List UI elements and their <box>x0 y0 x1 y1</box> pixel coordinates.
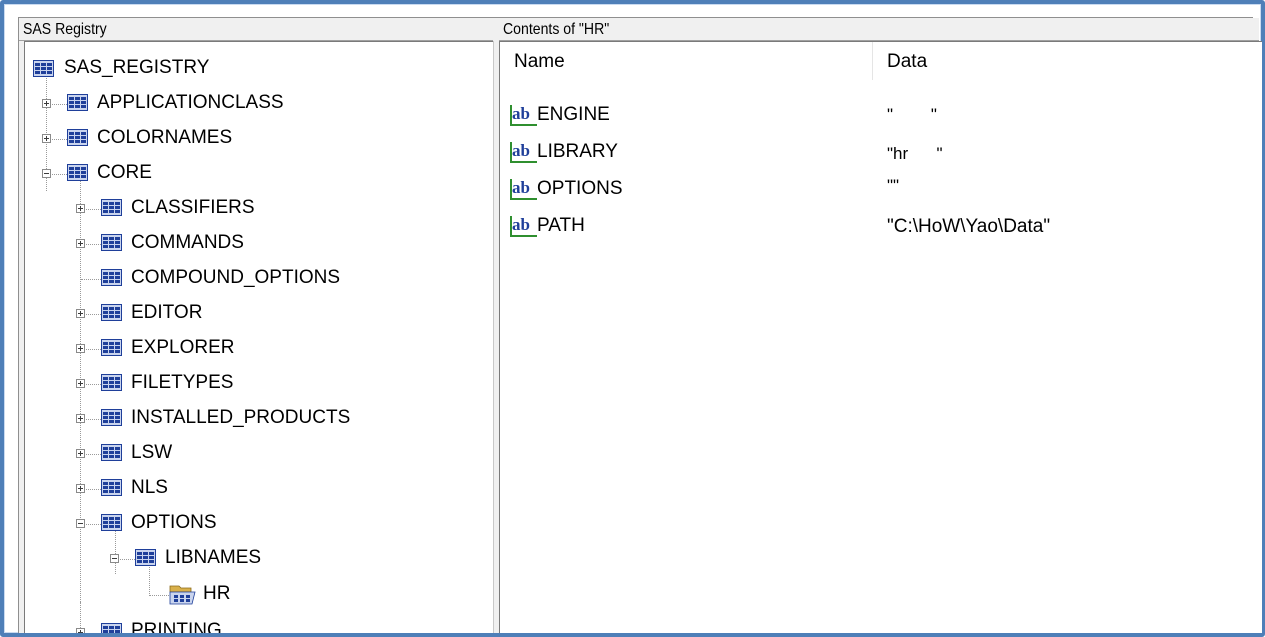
tree-item-filetypes[interactable]: FILETYPES <box>131 372 233 394</box>
expand-icon[interactable] <box>76 239 85 248</box>
registry-key-icon <box>101 374 122 391</box>
registry-tree[interactable]: SAS_REGISTRY APPLICATIONCLASS COLORNAMES <box>24 41 493 633</box>
tree-item-libnames[interactable]: LIBNAMES <box>165 547 261 569</box>
string-value-icon: ab <box>510 141 537 163</box>
collapse-icon[interactable] <box>42 169 51 178</box>
contents-pane-title: Contents of "HR" <box>503 21 610 38</box>
tree-item-lsw[interactable]: LSW <box>131 442 172 464</box>
contents-pane-header: Contents of "HR" <box>499 18 1259 41</box>
tree-pane-header: SAS Registry <box>19 18 493 41</box>
tree-line <box>149 595 169 597</box>
expand-icon[interactable] <box>76 344 85 353</box>
expand-icon[interactable] <box>76 449 85 458</box>
registry-key-icon <box>101 269 122 286</box>
registry-key-icon <box>101 304 122 321</box>
string-value-icon: ab <box>510 178 537 200</box>
tree-item-installed-products[interactable]: INSTALLED_PRODUCTS <box>131 407 350 429</box>
value-name-options[interactable]: OPTIONS <box>537 178 623 200</box>
tree-item-core[interactable]: CORE <box>97 162 152 184</box>
column-header-name[interactable]: Name <box>514 47 565 79</box>
registry-key-icon <box>67 94 88 111</box>
tree-item-sas-registry[interactable]: SAS_REGISTRY <box>64 57 209 79</box>
collapse-icon[interactable] <box>110 554 119 563</box>
registry-key-icon <box>101 623 122 633</box>
column-divider[interactable] <box>872 42 873 80</box>
expand-icon[interactable] <box>42 99 51 108</box>
registry-key-icon <box>101 199 122 216</box>
tree-line <box>115 526 117 574</box>
value-name-path[interactable]: PATH <box>537 215 585 237</box>
tree-item-commands[interactable]: COMMANDS <box>131 232 244 254</box>
expand-icon[interactable] <box>76 414 85 423</box>
tree-pane-title: SAS Registry <box>23 21 107 38</box>
svg-text:ab: ab <box>512 215 530 234</box>
tree-item-options[interactable]: OPTIONS <box>131 512 217 534</box>
string-value-icon: ab <box>510 104 537 126</box>
registry-key-icon <box>101 444 122 461</box>
svg-text:ab: ab <box>512 104 530 123</box>
expand-icon[interactable] <box>76 484 85 493</box>
value-data-library: "hr " <box>887 144 943 163</box>
tree-item-printing[interactable]: PRINTING <box>131 620 222 633</box>
tree-item-hr[interactable]: HR <box>203 583 230 605</box>
registry-key-icon <box>67 164 88 181</box>
registry-editor-window: SAS Registry Contents of "HR" SAS_REGIST… <box>18 17 1262 633</box>
value-name-library[interactable]: LIBRARY <box>537 141 618 163</box>
tree-line <box>81 279 101 281</box>
expand-icon[interactable] <box>42 134 51 143</box>
expand-icon[interactable] <box>76 628 85 633</box>
tree-item-editor[interactable]: EDITOR <box>131 302 202 324</box>
tree-item-classifiers[interactable]: CLASSIFIERS <box>131 197 255 219</box>
tree-item-nls[interactable]: NLS <box>131 477 168 499</box>
contents-list[interactable]: Name Data ab ENGINE " " ab LIBRARY "hr "… <box>499 41 1262 633</box>
value-data-options: "" <box>887 176 900 195</box>
tree-item-explorer[interactable]: EXPLORER <box>131 337 234 359</box>
registry-key-icon <box>67 129 88 146</box>
registry-key-icon <box>101 514 122 531</box>
registry-key-icon <box>101 409 122 426</box>
expand-icon[interactable] <box>76 309 85 318</box>
tree-item-compound-options[interactable]: COMPOUND_OPTIONS <box>131 267 340 289</box>
value-data-engine: " " <box>887 105 937 124</box>
tree-item-applicationclass[interactable]: APPLICATIONCLASS <box>97 92 284 114</box>
column-header-data[interactable]: Data <box>887 47 927 79</box>
registry-key-icon <box>101 234 122 251</box>
svg-text:ab: ab <box>512 178 530 197</box>
svg-text:ab: ab <box>512 141 530 160</box>
tree-line <box>149 562 151 596</box>
screenshot-frame: SAS Registry Contents of "HR" SAS_REGIST… <box>0 0 1265 637</box>
tree-item-colornames[interactable]: COLORNAMES <box>97 127 232 149</box>
registry-key-icon <box>101 479 122 496</box>
value-name-engine[interactable]: ENGINE <box>537 104 610 126</box>
registry-key-icon <box>101 339 122 356</box>
string-value-icon: ab <box>510 215 537 237</box>
expand-icon[interactable] <box>76 204 85 213</box>
expand-icon[interactable] <box>76 379 85 388</box>
open-registry-key-icon <box>169 585 196 605</box>
value-data-path: "C:\HoW\Yao\Data" <box>887 216 1051 237</box>
registry-key-icon <box>135 549 156 566</box>
registry-key-icon <box>33 60 54 77</box>
collapse-icon[interactable] <box>76 519 85 528</box>
